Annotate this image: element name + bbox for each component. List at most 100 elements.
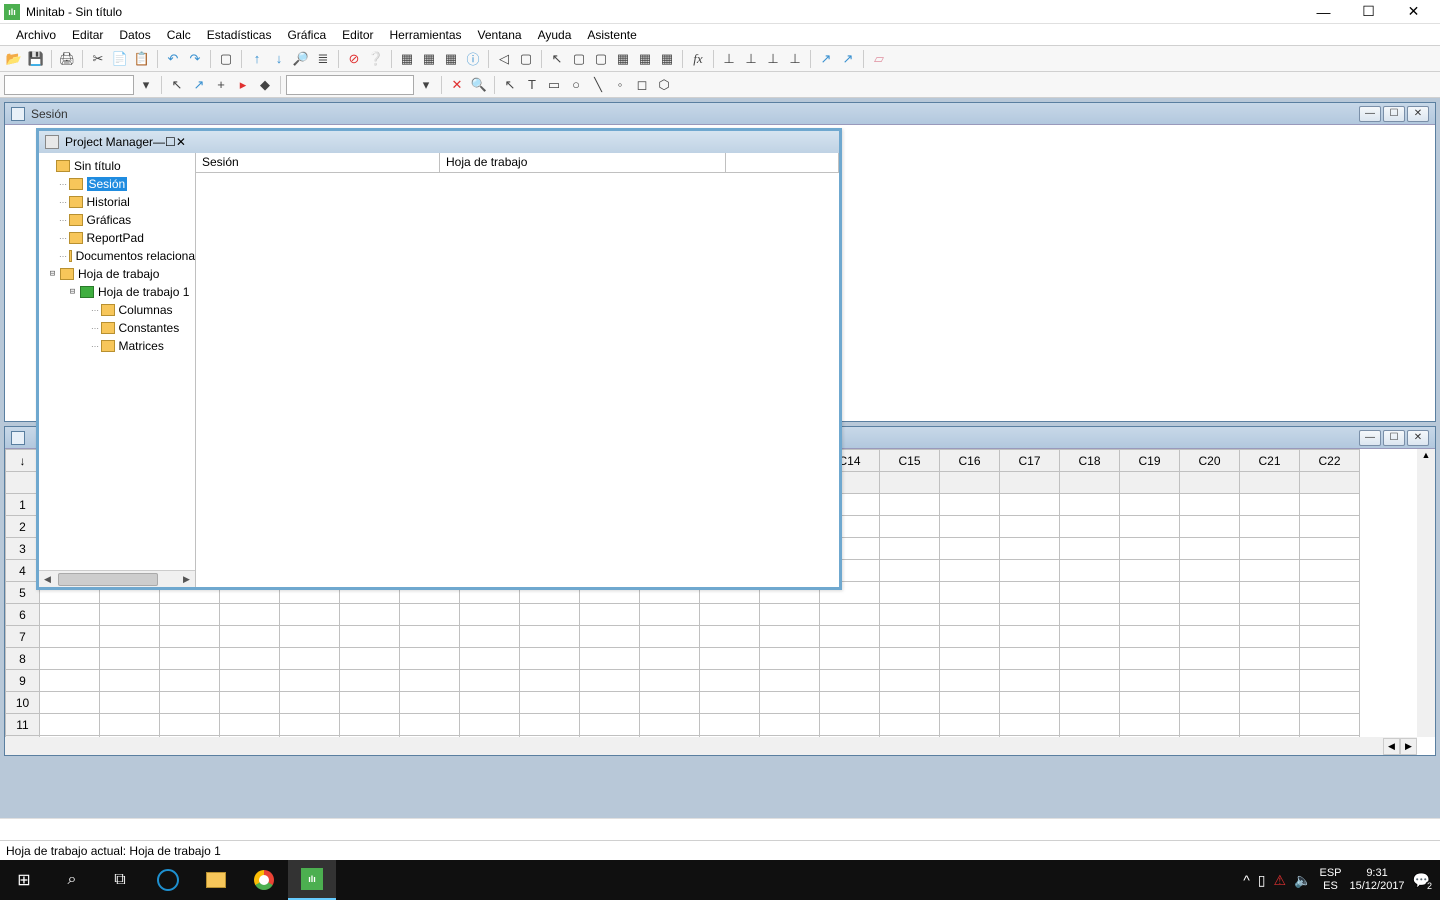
cell[interactable] bbox=[1000, 692, 1060, 714]
column-header[interactable]: C18 bbox=[1060, 450, 1120, 472]
cell[interactable] bbox=[40, 604, 100, 626]
cell[interactable] bbox=[580, 648, 640, 670]
cell[interactable] bbox=[760, 714, 820, 736]
column-label[interactable] bbox=[1180, 472, 1240, 494]
corner-cell[interactable]: ↓ bbox=[6, 450, 40, 472]
cell[interactable] bbox=[40, 692, 100, 714]
cell[interactable] bbox=[580, 604, 640, 626]
cell[interactable] bbox=[400, 670, 460, 692]
cell[interactable] bbox=[1240, 648, 1300, 670]
help-icon[interactable]: ❔ bbox=[366, 49, 386, 69]
pm-col-sesion[interactable]: Sesión bbox=[196, 153, 440, 172]
copy-icon[interactable]: 📄 bbox=[110, 49, 130, 69]
row-header[interactable]: 7 bbox=[6, 626, 40, 648]
cell[interactable] bbox=[580, 714, 640, 736]
column-header[interactable]: C16 bbox=[940, 450, 1000, 472]
cell[interactable] bbox=[1120, 692, 1180, 714]
cell[interactable] bbox=[1120, 626, 1180, 648]
find-icon[interactable]: 🔎 bbox=[291, 49, 311, 69]
cell[interactable] bbox=[1000, 626, 1060, 648]
cell[interactable] bbox=[460, 648, 520, 670]
session-maximize-button[interactable]: ☐ bbox=[1383, 106, 1405, 122]
worksheet-vscroll[interactable]: ▲ bbox=[1417, 449, 1435, 737]
cell[interactable] bbox=[520, 714, 580, 736]
cell[interactable] bbox=[280, 714, 340, 736]
dropdown-icon[interactable]: ▾ bbox=[136, 75, 156, 95]
tool-3-icon[interactable]: ▦ bbox=[635, 49, 655, 69]
cell[interactable] bbox=[100, 692, 160, 714]
cell[interactable] bbox=[400, 626, 460, 648]
cell[interactable] bbox=[1000, 494, 1060, 516]
cell[interactable] bbox=[1120, 648, 1180, 670]
row-header[interactable]: 4 bbox=[6, 560, 40, 582]
tree-columnas[interactable]: ⋯Columnas bbox=[39, 301, 195, 319]
worksheet-hscroll[interactable]: ◀ ▶ bbox=[5, 737, 1417, 755]
tree-graficas[interactable]: ⋯Gráficas bbox=[39, 211, 195, 229]
pm-titlebar[interactable]: Project Manager — ☐ ✕ bbox=[39, 131, 839, 153]
cell[interactable] bbox=[940, 538, 1000, 560]
menu-editar[interactable]: Editar bbox=[64, 26, 111, 44]
column-header[interactable]: C19 bbox=[1120, 450, 1180, 472]
cell[interactable] bbox=[1180, 494, 1240, 516]
worksheet-icon[interactable]: ▦ bbox=[419, 49, 439, 69]
cell[interactable] bbox=[1300, 582, 1360, 604]
session-icon[interactable]: ▦ bbox=[397, 49, 417, 69]
tray-notifications[interactable]: 💬 2 bbox=[1413, 872, 1430, 889]
arrow-up-icon[interactable]: ↑ bbox=[247, 49, 267, 69]
cell[interactable] bbox=[1060, 648, 1120, 670]
cancel-icon[interactable]: ⊘ bbox=[344, 49, 364, 69]
cell[interactable] bbox=[1300, 604, 1360, 626]
cell[interactable] bbox=[100, 714, 160, 736]
cell[interactable] bbox=[820, 714, 880, 736]
cell[interactable] bbox=[160, 670, 220, 692]
flag-icon[interactable]: ▸ bbox=[233, 75, 253, 95]
taskview-button[interactable]: ⧉ bbox=[96, 860, 144, 900]
cell[interactable] bbox=[760, 670, 820, 692]
line-tool-icon[interactable]: ╲ bbox=[588, 75, 608, 95]
info-icon[interactable]: ⓘ bbox=[463, 49, 483, 69]
cell[interactable] bbox=[880, 604, 940, 626]
column-label[interactable] bbox=[1000, 472, 1060, 494]
cell[interactable] bbox=[1180, 670, 1240, 692]
pm-maximize-button[interactable]: ☐ bbox=[165, 135, 176, 149]
cell[interactable] bbox=[1240, 714, 1300, 736]
cell[interactable] bbox=[640, 604, 700, 626]
chart-2-icon[interactable]: ↗ bbox=[838, 49, 858, 69]
formula-input[interactable] bbox=[286, 75, 414, 95]
cell[interactable] bbox=[1180, 538, 1240, 560]
cell[interactable] bbox=[220, 670, 280, 692]
tray-battery-icon[interactable]: ▯ bbox=[1258, 872, 1266, 889]
cell[interactable] bbox=[700, 626, 760, 648]
delete-icon[interactable]: ✕ bbox=[447, 75, 467, 95]
cursor-icon[interactable]: ↖ bbox=[500, 75, 520, 95]
cell[interactable] bbox=[1060, 604, 1120, 626]
tree-constantes[interactable]: ⋯Constantes bbox=[39, 319, 195, 337]
cell[interactable] bbox=[1300, 692, 1360, 714]
polyline-tool-icon[interactable]: ◦ bbox=[610, 75, 630, 95]
cell[interactable] bbox=[1180, 714, 1240, 736]
cell[interactable] bbox=[940, 714, 1000, 736]
scroll-thumb[interactable] bbox=[58, 573, 158, 586]
cell[interactable] bbox=[940, 692, 1000, 714]
cell[interactable] bbox=[1120, 516, 1180, 538]
column-label[interactable] bbox=[940, 472, 1000, 494]
redo-icon[interactable]: ↷ bbox=[185, 49, 205, 69]
cell[interactable] bbox=[1120, 494, 1180, 516]
cell[interactable] bbox=[100, 670, 160, 692]
cell[interactable] bbox=[100, 648, 160, 670]
cell[interactable] bbox=[760, 648, 820, 670]
cell[interactable] bbox=[880, 714, 940, 736]
cell[interactable] bbox=[1240, 692, 1300, 714]
tree-hoja[interactable]: ⊟Hoja de trabajo bbox=[39, 265, 195, 283]
column-label[interactable] bbox=[1300, 472, 1360, 494]
prev-icon[interactable]: ◁ bbox=[494, 49, 514, 69]
cell[interactable] bbox=[1300, 714, 1360, 736]
cell[interactable] bbox=[880, 670, 940, 692]
minimize-button[interactable]: — bbox=[1301, 0, 1346, 24]
cell[interactable] bbox=[280, 692, 340, 714]
cell[interactable] bbox=[340, 670, 400, 692]
display-data-icon[interactable]: ≣ bbox=[313, 49, 333, 69]
cell[interactable] bbox=[520, 692, 580, 714]
print-icon[interactable]: 🖨 bbox=[57, 49, 77, 69]
cell[interactable] bbox=[1300, 648, 1360, 670]
